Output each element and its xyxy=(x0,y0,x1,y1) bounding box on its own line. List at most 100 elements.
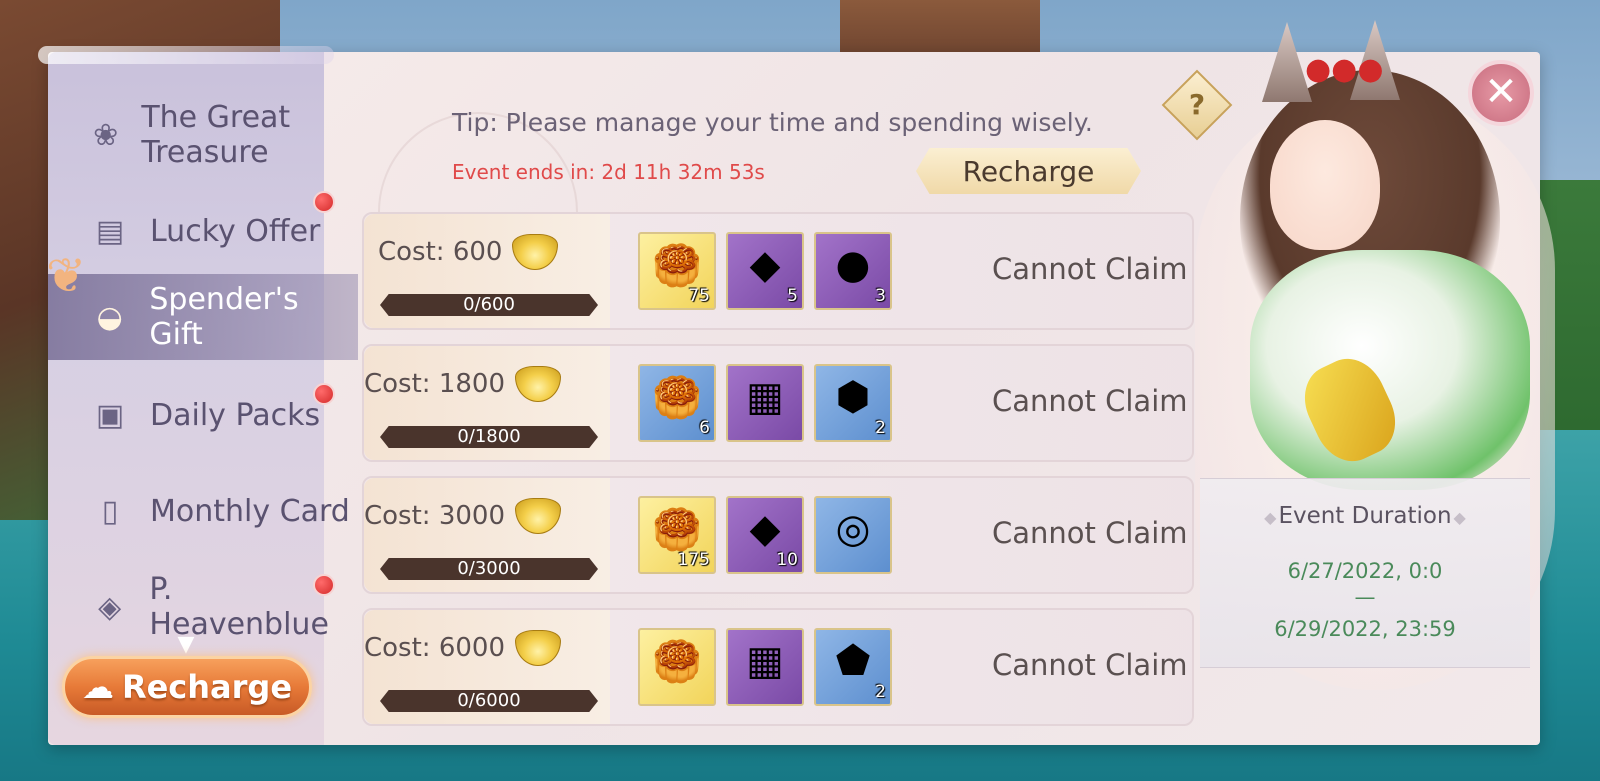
berry-ornament-icon: ●●● xyxy=(1305,52,1384,87)
sidebar-item-daily-packs[interactable]: ▣ Daily Packs xyxy=(48,372,358,458)
gold-ingot-icon xyxy=(515,630,561,666)
gold-ingot-icon xyxy=(515,366,561,402)
sidebar-item-label: Spender's Gift xyxy=(149,282,299,352)
card-icon: ▯ xyxy=(101,493,119,529)
lotus-icon: ❀ xyxy=(93,117,119,153)
reward-quantity: 6 xyxy=(699,418,710,438)
reward-quantity: 2 xyxy=(875,418,886,438)
reward-quantity: 175 xyxy=(677,550,710,570)
event-countdown: Event ends in: 2d 11h 32m 53s xyxy=(452,160,765,184)
reward-item-gold-ingot[interactable]: 🥮 xyxy=(638,628,716,706)
sidebar-item-label: Monthly Card xyxy=(150,493,350,529)
tier-progress-bar: 0/3000 xyxy=(380,558,598,580)
cost-text: Cost: 3000 xyxy=(364,501,505,531)
gold-ingot-icon xyxy=(512,234,559,270)
reward-tier-row: Cost: 1800 0/1800 🥮 6 ▦ ⬢ 2 Cannot Claim xyxy=(362,344,1194,462)
reward-item-silver-coin[interactable]: ◎ xyxy=(814,496,892,574)
reward-item-treasure-chest[interactable]: ▦ xyxy=(726,364,804,442)
background-rock xyxy=(840,0,1040,60)
tier-cost: Cost: 1800 xyxy=(364,366,561,402)
sidebar-item-lucky-offer[interactable]: ▤ Lucky Offer xyxy=(48,188,358,274)
claim-status: Cannot Claim xyxy=(992,516,1188,550)
cost-box: Cost: 6000 0/6000 xyxy=(364,610,610,724)
cost-text: Cost: 6000 xyxy=(364,633,505,663)
reward-tier-row: Cost: 6000 0/6000 🥮 ▦ ⬟ 2 Cannot Claim xyxy=(362,608,1194,726)
reward-tier-row: Cost: 600 0/600 🥮 75 ◆ 5 ● 3 Cannot Clai… xyxy=(362,212,1194,330)
reward-item-dark-egg[interactable]: ● 3 xyxy=(814,232,892,310)
gift-box-icon: ▣ xyxy=(95,397,125,433)
date-separator: — xyxy=(1354,585,1376,609)
treasure-chest-icon: ▦ xyxy=(746,638,784,684)
claim-status: Cannot Claim xyxy=(992,648,1188,682)
recharge-button[interactable]: Recharge xyxy=(916,148,1141,194)
notification-badge-daily-packs xyxy=(313,383,335,405)
gold-ingot-icon xyxy=(515,498,561,534)
claim-status: Cannot Claim xyxy=(992,252,1188,286)
sidebar-item-the-great-treasure[interactable]: ❀ The Great Treasure xyxy=(48,92,358,178)
reward-item-gold-ingot[interactable]: 🥮 175 xyxy=(638,496,716,574)
notification-badge-lucky-offer xyxy=(313,191,335,213)
sidebar-recharge-button[interactable]: ☁ Recharge xyxy=(62,656,312,718)
reward-item-crystal[interactable]: ◆ 10 xyxy=(726,496,804,574)
reward-tier-row: Cost: 3000 0/3000 🥮 175 ◆ 10 ◎ Cannot Cl… xyxy=(362,476,1194,594)
reward-item-amber-gem[interactable]: ⬢ 2 xyxy=(814,364,892,442)
crystal-cluster-icon: ◆ xyxy=(749,506,781,552)
reward-item-rune-stone[interactable]: ⬟ 2 xyxy=(814,628,892,706)
duration-title-text: Event Duration xyxy=(1278,503,1452,529)
sidebar-item-label: The Great Treasure xyxy=(141,100,291,170)
sidebar-item-label: Daily Packs xyxy=(150,397,321,433)
gold-ingot-icon: ☁ xyxy=(81,668,114,706)
reward-quantity: 2 xyxy=(875,682,886,702)
claim-status: Cannot Claim xyxy=(992,384,1188,418)
reward-item-gold-ingot[interactable]: 🥮 75 xyxy=(638,232,716,310)
cost-box: Cost: 600 0/600 xyxy=(364,214,610,328)
event-duration-title: ◆Event Duration ◆ xyxy=(1200,503,1530,529)
gold-ingot-icon: 🥮 xyxy=(652,243,702,289)
gold-ingot-icon: ◒ xyxy=(96,299,123,335)
sidebar-item-label: Lucky Offer xyxy=(150,213,321,249)
cost-box: Cost: 3000 0/3000 xyxy=(364,478,610,592)
reward-item-gold-ingot[interactable]: 🥮 6 xyxy=(638,364,716,442)
tier-cost: Cost: 3000 xyxy=(364,498,561,534)
diamond-icon: ◆ xyxy=(1264,508,1277,527)
gold-ingot-icon: 🥮 xyxy=(652,639,702,685)
reward-quantity: 5 xyxy=(787,286,798,306)
reward-item-treasure-chest[interactable]: ▦ xyxy=(726,628,804,706)
tier-progress-bar: 0/1800 xyxy=(380,426,598,448)
tier-progress-bar: 0/6000 xyxy=(380,690,598,712)
reward-quantity: 3 xyxy=(875,286,886,306)
recharge-label: Recharge xyxy=(121,668,293,706)
reward-quantity: 10 xyxy=(776,550,798,570)
help-glyph: ? xyxy=(1188,88,1206,121)
tier-progress-bar: 0/600 xyxy=(380,294,598,316)
tier-cost: Cost: 6000 xyxy=(364,630,561,666)
amber-gem-icon: ⬢ xyxy=(835,374,871,420)
shield-icon: ◈ xyxy=(98,589,122,625)
event-duration-panel: ◆Event Duration ◆ 6/27/2022, 0:0 — 6/29/2… xyxy=(1200,478,1530,668)
close-button[interactable]: ✕ xyxy=(1468,60,1534,126)
cost-text: Cost: 600 xyxy=(378,237,503,267)
cost-text: Cost: 1800 xyxy=(364,369,505,399)
diamond-icon: ◆ xyxy=(1453,508,1466,527)
sidebar-item-p-heavenblue[interactable]: ◈ P. Heavenblue xyxy=(48,564,358,650)
dark-egg-icon: ● xyxy=(835,242,871,288)
sidebar-item-spenders-gift[interactable]: ◒ Spender's Gift xyxy=(48,274,358,360)
event-start-date: 6/27/2022, 0:0 xyxy=(1287,559,1443,583)
reward-quantity: 75 xyxy=(688,286,710,306)
reward-item-crystal[interactable]: ◆ 5 xyxy=(726,232,804,310)
butterfly-icon: ❦ xyxy=(46,248,87,304)
tier-cost: Cost: 600 xyxy=(378,234,559,270)
ticket-icon: ▤ xyxy=(95,213,125,249)
chevron-down-icon[interactable]: ▼ xyxy=(171,634,201,656)
gold-ingot-icon: 🥮 xyxy=(652,507,702,553)
rune-stone-icon: ⬟ xyxy=(835,638,871,684)
cost-box: Cost: 1800 0/1800 xyxy=(364,346,610,460)
crystal-cluster-icon: ◆ xyxy=(749,242,781,288)
character-body xyxy=(1250,250,1530,490)
gold-ingot-icon: 🥮 xyxy=(652,375,702,421)
sidebar-item-monthly-card[interactable]: ▯ Monthly Card xyxy=(48,468,358,554)
spending-tip: Tip: Please manage your time and spendin… xyxy=(452,108,1093,137)
character-face xyxy=(1270,120,1380,250)
silver-coin-icon: ◎ xyxy=(835,506,871,552)
treasure-chest-icon: ▦ xyxy=(746,374,784,420)
